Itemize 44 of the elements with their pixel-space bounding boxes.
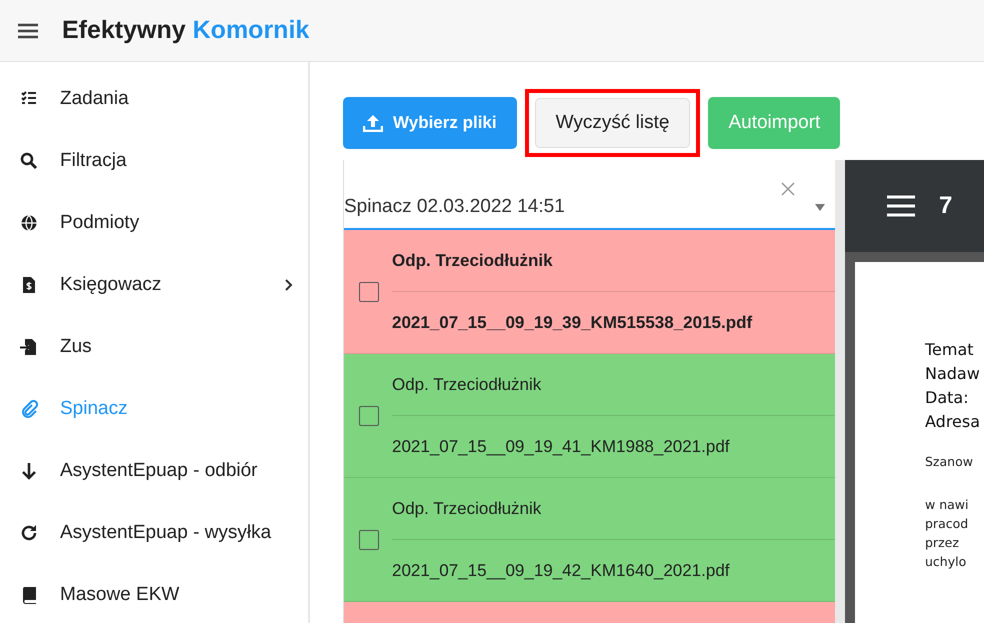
file-title: Odp. Trzeciodłużnik — [392, 250, 553, 270]
toolbar-button[interactable]: Wyczyść listę — [534, 98, 690, 148]
book-icon — [20, 586, 38, 604]
document-text: Temat — [925, 340, 974, 359]
sidebar-item[interactable]: Zus — [0, 316, 308, 378]
document-text: pracod — [925, 516, 968, 531]
file-title: Odp. Trzeciodłużnik — [392, 374, 542, 394]
caret-icon[interactable] — [815, 204, 825, 211]
sidebar-item[interactable]: Filtracja — [0, 130, 308, 192]
sidebar-item[interactable]: Księgowacz — [0, 254, 308, 316]
document-text: uchylo — [925, 554, 966, 569]
sidebar-item[interactable]: AsystentEpuap - odbiór — [0, 440, 308, 502]
document-text: Adresa — [925, 412, 980, 431]
menu-icon[interactable] — [18, 22, 38, 38]
file-row[interactable]: Odp. Trzeciodłużnik 2021_07_15__09_19_42_KM1640_2021.pdf — [344, 478, 835, 602]
file-name: 2021_07_15__09_19_41_KM1988_2021.pdf — [392, 436, 730, 456]
document-text: Nadaw — [925, 364, 980, 383]
document-text: Szanow — [925, 454, 973, 469]
checkbox[interactable] — [359, 406, 379, 426]
file-row[interactable]: Odp. Trzeciodłużnik 2021_07_15__09_19_41_KM1988_2021.pdf — [344, 354, 835, 478]
search-icon — [20, 152, 38, 170]
document-text: przez — [925, 535, 959, 550]
file-title: Odp. Trzeciodłużnik — [392, 498, 542, 518]
down-arrow-icon — [20, 462, 38, 480]
app-title: Efektywny Komornik — [62, 16, 310, 45]
sidebar-item[interactable]: Podmioty — [0, 192, 308, 254]
sidebar-item[interactable]: Zadania — [0, 68, 308, 130]
refresh-icon — [20, 524, 38, 542]
file-import-icon — [20, 338, 38, 356]
sidebar-item[interactable]: Masowe EKW — [0, 564, 308, 623]
checkbox[interactable] — [359, 282, 379, 302]
sidebar-item[interactable]: AsystentEpuap - wysyłka — [0, 502, 308, 564]
file-name: 2021_07_15__09_19_39_KM515538_2015.pdf — [392, 312, 752, 332]
page-number: 7 — [939, 192, 952, 220]
paperclip-icon — [20, 400, 38, 418]
invoice-icon — [20, 276, 38, 294]
checkbox[interactable] — [359, 530, 379, 550]
file-row[interactable]: Odp. Trzeciodłużnik 2021_07_15__09_19_39_KM515538_2015.pdf — [344, 230, 835, 354]
upload-icon — [363, 114, 383, 132]
file-name: 2021_07_15__09_19_42_KM1640_2021.pdf — [392, 560, 730, 580]
close-icon[interactable] — [781, 182, 795, 196]
document-text: w nawi — [925, 497, 968, 512]
globe-icon — [20, 214, 38, 232]
document-text: Data: — [925, 388, 969, 407]
